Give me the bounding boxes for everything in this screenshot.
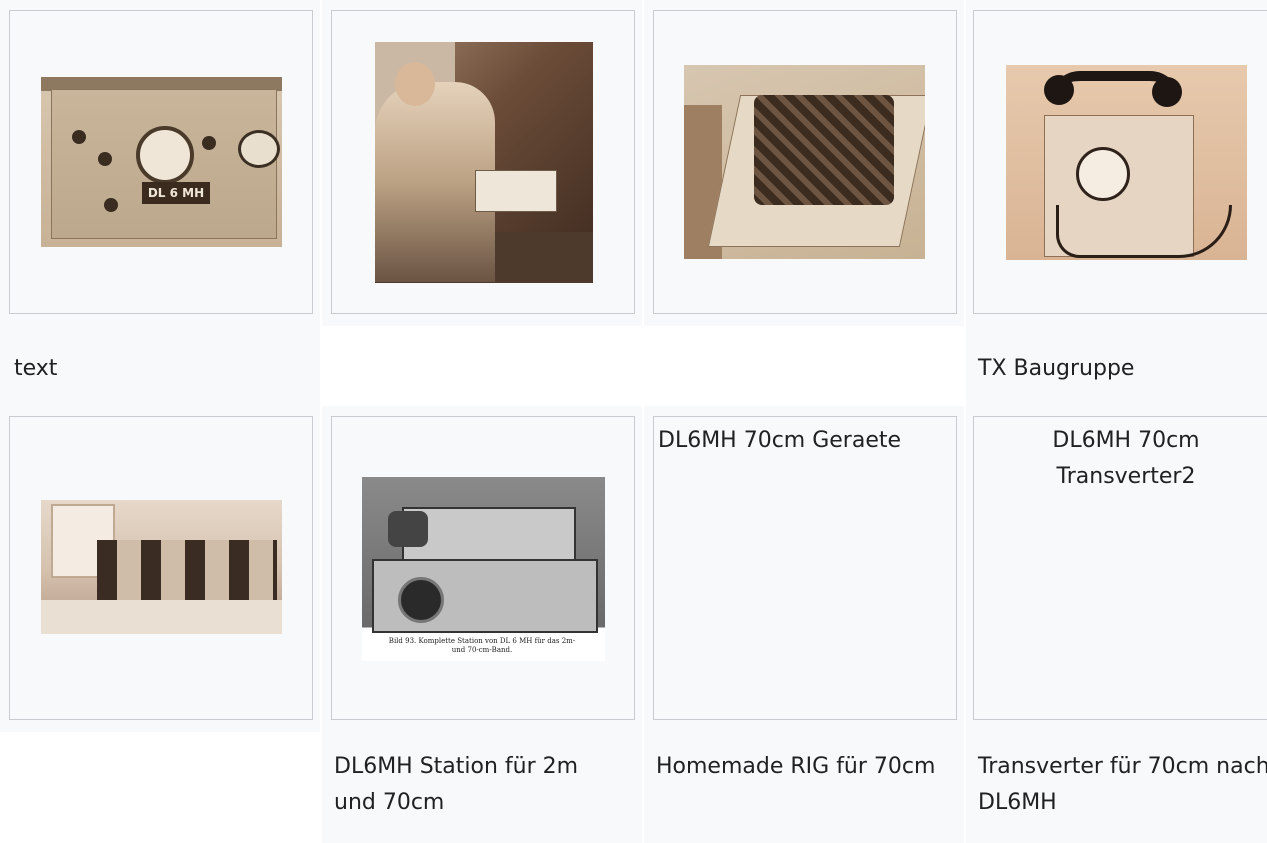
image-alt-text: DL6MH 70cm Transverter2 xyxy=(1052,428,1200,489)
bench-setup-photo[interactable] xyxy=(41,500,282,634)
meter-dial xyxy=(1076,147,1130,201)
gallery-caption: text xyxy=(14,356,58,381)
tuning-dial xyxy=(136,126,194,184)
handset-earpiece xyxy=(1044,75,1074,105)
image-frame[interactable] xyxy=(653,10,957,314)
meter-dial xyxy=(238,130,280,168)
image-frame[interactable]: DL 6 MH xyxy=(9,10,313,314)
gallery-caption: DL6MH Station für 2m und 70cm xyxy=(334,754,579,815)
upper-unit xyxy=(402,507,576,561)
panel: DL 6 MH xyxy=(51,89,280,239)
radio-front-panel-photo[interactable]: DL 6 MH xyxy=(41,77,282,247)
image-frame[interactable]: DL6MH 70cm Transverter2 xyxy=(973,416,1267,720)
image-frame[interactable] xyxy=(331,10,635,314)
image-frame[interactable]: DL6MH 70cm Geraete xyxy=(653,416,957,720)
handset-mouthpiece xyxy=(1152,77,1182,107)
components xyxy=(754,95,894,205)
image-frame[interactable]: Bild 93. Komplette Station von DL 6 MH f… xyxy=(331,416,635,720)
gallery-caption: Transverter für 70cm nach DL6MH xyxy=(978,754,1267,815)
knob xyxy=(98,152,112,166)
callsign-plate: DL 6 MH xyxy=(142,182,210,204)
knob xyxy=(104,198,118,212)
bw-station-photo[interactable]: Bild 93. Komplette Station von DL 6 MH f… xyxy=(362,477,605,661)
tuning-knob xyxy=(398,577,444,623)
head xyxy=(395,62,435,106)
handset-cord xyxy=(1056,205,1232,258)
gallery-caption: TX Baugruppe xyxy=(978,356,1135,381)
image-frame[interactable] xyxy=(9,416,313,720)
radio-box xyxy=(475,170,557,212)
circuit-board-photo[interactable] xyxy=(684,65,925,259)
image-alt-text: DL6MH 70cm Geraete xyxy=(658,428,902,453)
man-on-rock-photo[interactable] xyxy=(375,42,593,283)
knob xyxy=(202,136,216,150)
knob xyxy=(72,130,86,144)
gallery-caption: Homemade RIG für 70cm xyxy=(656,754,936,779)
microphone xyxy=(388,511,428,547)
image-frame[interactable] xyxy=(973,10,1267,314)
transverter-handset-photo[interactable] xyxy=(1006,65,1247,260)
photo-caption: Bild 93. Komplette Station von DL 6 MH f… xyxy=(388,637,576,654)
table xyxy=(41,600,282,634)
equipment-stack xyxy=(97,540,277,600)
